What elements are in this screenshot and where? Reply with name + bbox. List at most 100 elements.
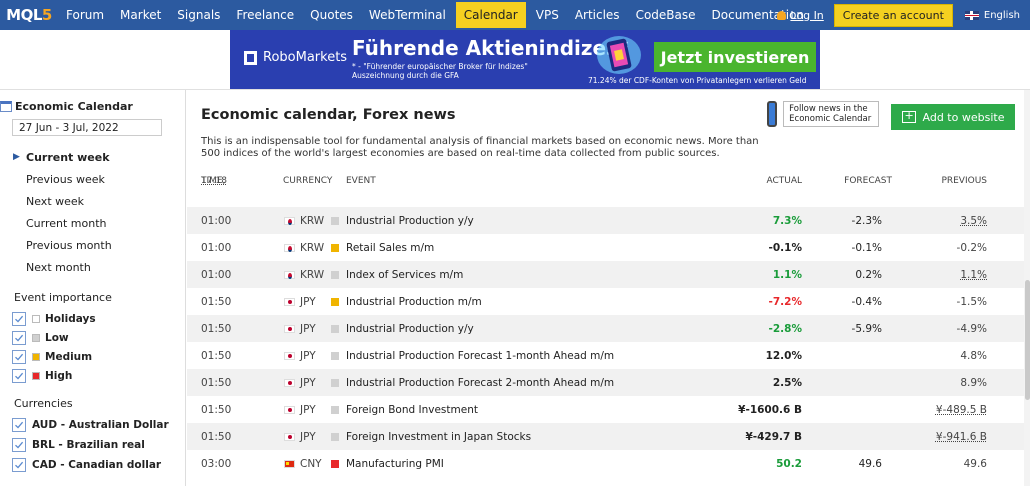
user-icon <box>777 10 787 20</box>
importance-label-holidays: Holidays <box>32 313 96 325</box>
flag-jp-icon <box>284 297 295 306</box>
event-name[interactable]: Manufacturing PMI <box>346 458 444 470</box>
uk-flag-icon <box>964 10 979 20</box>
importance-text: Medium <box>45 351 93 363</box>
event-time: 01:00 <box>201 214 232 227</box>
banner-headline: Führende Aktienindizes* <box>352 36 629 60</box>
period-previous-month[interactable]: Previous month <box>26 239 112 252</box>
table-row[interactable]: 01:50 JPY Industrial Production y/y -2.8% -5… <box>187 315 1030 342</box>
importance-text: High <box>45 370 73 382</box>
logo-text: MQL5 <box>6 6 52 24</box>
event-currency: KRW <box>300 241 325 254</box>
flag-kr-icon <box>284 216 295 225</box>
nav-item-codebase[interactable]: CodeBase <box>628 0 704 30</box>
nav-item-calendar[interactable]: Calendar <box>455 2 526 28</box>
banner-subtext-2: Auszeichnung durch die GFA <box>352 71 459 80</box>
event-currency: JPY <box>300 349 316 362</box>
checkbox-importance-holidays[interactable] <box>12 312 26 326</box>
table-row[interactable]: 01:50 JPY Industrial Production Forecast 1… <box>187 342 1030 369</box>
event-currency: JPY <box>300 295 316 308</box>
ad-banner[interactable]: RoboMarkets Führende Aktienindizes* * - … <box>230 30 820 89</box>
currency-label: CAD - Canadian dollar <box>32 459 162 471</box>
event-name[interactable]: Industrial Production Forecast 1-month A… <box>346 350 614 362</box>
login-label: Log In <box>790 8 824 22</box>
login-link[interactable]: Log In <box>777 8 824 22</box>
event-forecast: -0.4% <box>851 295 882 308</box>
event-actual: 1.1% <box>772 268 802 281</box>
add-window-icon <box>901 109 916 123</box>
table-row[interactable]: 01:00 KRW Index of Services m/m 1.1% 0.2% 1.1… <box>187 261 1030 288</box>
nav-item-vps[interactable]: VPS <box>528 0 567 30</box>
table-row[interactable]: 01:50 JPY Industrial Production Forecast 2… <box>187 369 1030 396</box>
event-previous[interactable]: ¥-489.5 B <box>936 404 987 416</box>
banner-subtext-1: * - "Führender europäischer Broker für I… <box>352 62 528 71</box>
checkbox-importance-high[interactable] <box>12 369 26 383</box>
nav-item-market[interactable]: Market <box>112 0 169 30</box>
nav-item-quotes[interactable]: Quotes <box>302 0 361 30</box>
event-name[interactable]: Retail Sales m/m <box>346 242 434 254</box>
checkbox-importance-medium[interactable] <box>12 350 26 364</box>
banner-cta-button[interactable]: Jetzt investieren <box>654 42 816 72</box>
event-time: 01:50 <box>201 403 232 416</box>
checkbox-importance-low[interactable] <box>12 331 26 345</box>
period-next-week[interactable]: Next week <box>26 195 84 208</box>
event-name[interactable]: Industrial Production Forecast 2-month A… <box>346 377 614 389</box>
flag-cn-icon <box>284 459 295 468</box>
checkbox-currency-cad[interactable] <box>12 458 26 472</box>
mql5-logo[interactable]: MQL5 <box>0 0 58 30</box>
follow-news-link[interactable]: Follow news in the Economic Calendar <box>767 97 879 131</box>
importance-swatch-icon <box>32 315 40 323</box>
table-row[interactable]: 01:50 JPY Industrial Production m/m -7.2% -0… <box>187 288 1030 315</box>
importance-high-icon <box>331 459 339 468</box>
period-current-week[interactable]: Current week <box>26 151 110 164</box>
event-name[interactable]: Industrial Production y/y <box>346 323 474 335</box>
event-actual: -0.1% <box>768 241 802 254</box>
nav-item-webterminal[interactable]: WebTerminal <box>361 0 454 30</box>
page-title: Economic calendar, Forex news <box>201 107 456 123</box>
table-row[interactable]: 01:00 KRW Industrial Production y/y 7.3% -2.… <box>187 207 1030 234</box>
header-time-label: TIME, <box>201 176 226 186</box>
event-name[interactable]: Industrial Production y/y <box>346 215 474 227</box>
event-name[interactable]: Foreign Bond Investment <box>346 404 478 416</box>
add-to-website-label: Add to website <box>922 110 1005 124</box>
scrollbar-thumb[interactable] <box>1025 280 1030 400</box>
banner-disclaimer: 71.24% der CDF-Konten von Privatanlegern… <box>588 76 807 85</box>
period-current-month[interactable]: Current month <box>26 217 107 230</box>
page-description: This is an indispensable tool for fundam… <box>201 136 759 159</box>
event-name[interactable]: Index of Services m/m <box>346 269 463 281</box>
event-currency: KRW <box>300 268 325 281</box>
nav-item-signals[interactable]: Signals <box>169 0 228 30</box>
checkbox-currency-aud[interactable] <box>12 418 26 432</box>
banner-phone-graphic-icon <box>597 36 641 74</box>
period-previous-week[interactable]: Previous week <box>26 173 105 186</box>
language-selector[interactable]: English <box>964 10 1020 21</box>
event-actual: 50.2 <box>776 457 802 470</box>
event-time: 01:50 <box>201 322 232 335</box>
event-previous: 8.9% <box>960 376 987 389</box>
table-row[interactable]: 03:00 CNY Manufacturing PMI 50.2 49.6 49.6 <box>187 450 1030 477</box>
event-previous[interactable]: ¥-941.6 B <box>936 431 987 443</box>
period-next-month[interactable]: Next month <box>26 261 91 274</box>
event-name[interactable]: Industrial Production m/m <box>346 296 482 308</box>
checkbox-currency-brl[interactable] <box>12 438 26 452</box>
event-actual: 12.0% <box>765 349 802 362</box>
event-actual: ¥-1600.6 B <box>738 403 802 416</box>
scrollbar[interactable] <box>1024 90 1030 486</box>
event-previous[interactable]: 3.5% <box>960 215 987 227</box>
nav-item-articles[interactable]: Articles <box>567 0 628 30</box>
header-time[interactable]: TIME, 17:18 <box>201 176 227 186</box>
table-row[interactable]: 01:00 KRW Retail Sales m/m -0.1% -0.1% -0.2% <box>187 234 1030 261</box>
date-range-input[interactable]: 27 Jun - 3 Jul, 2022 <box>12 119 162 136</box>
event-previous[interactable]: 1.1% <box>960 269 987 281</box>
event-currency: JPY <box>300 376 316 389</box>
nav-item-freelance[interactable]: Freelance <box>228 0 302 30</box>
event-name[interactable]: Foreign Investment in Japan Stocks <box>346 431 531 443</box>
table-row[interactable]: 01:50 JPY Foreign Investment in Japan Stoc… <box>187 423 1030 450</box>
create-account-button[interactable]: Create an account <box>833 3 953 27</box>
nav-item-forum[interactable]: Forum <box>58 0 112 30</box>
table-row[interactable]: 01:50 JPY Foreign Bond Investment ¥-1600.6 … <box>187 396 1030 423</box>
event-time: 01:50 <box>201 430 232 443</box>
nav-right: Log In Create an account English <box>777 0 1030 30</box>
add-to-website-button[interactable]: Add to website <box>891 104 1015 130</box>
importance-label-high: High <box>32 370 72 382</box>
